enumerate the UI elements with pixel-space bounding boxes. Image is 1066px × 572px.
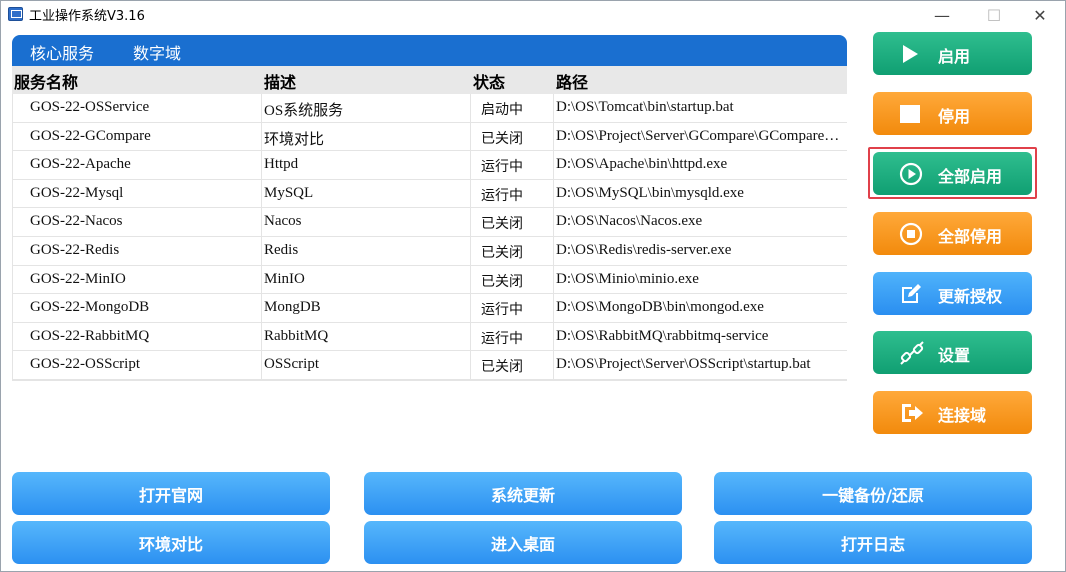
cell-status: 运行中 (471, 322, 554, 351)
cell-path: D:\OS\Redis\redis-server.exe (556, 241, 732, 258)
window-title: 工业操作系统V3.16 (29, 9, 145, 24)
stop-icon (900, 105, 920, 123)
connect-domain-button[interactable]: 连接域 (873, 391, 1032, 434)
table-header: 服务名称 描述 状态 路径 (12, 66, 847, 94)
app-window: 工业操作系统V3.16 — ☐ ✕ 核心服务 数字域 服务名称 描述 状态 路径… (0, 0, 1066, 572)
cell-name: GOS-22-OSScript (12, 351, 262, 379)
cell-path: D:\OS\MongoDB\bin\mongod.exe (556, 299, 764, 316)
edit-icon (902, 284, 921, 303)
connect-domain-button-label: 连接域 (938, 406, 987, 425)
cell-description: Httpd (262, 151, 471, 179)
cell-name: GOS-22-Redis (12, 236, 262, 265)
services-table: 服务名称 描述 状态 路径 GOS-22-OSService OS系统服务 启动… (12, 66, 847, 381)
table-row[interactable]: GOS-22-OSScript OSScript 已关闭 D:\OS\Proje… (12, 351, 847, 380)
update-license-button-label: 更新授权 (938, 287, 1003, 306)
tab-core-services[interactable]: 核心服务 (30, 40, 94, 64)
cell-path: D:\OS\Project\Server\GCompare\GCompare\G… (556, 127, 847, 144)
cell-description: OSScript (262, 351, 471, 379)
maximize-button[interactable]: ☐ (971, 1, 1017, 29)
cell-description: MongDB (262, 294, 471, 322)
cell-description: MySQL (262, 179, 471, 208)
sign-out-icon (902, 404, 923, 422)
env-compare-button[interactable]: 环境对比 (12, 521, 330, 564)
open-log-button[interactable]: 打开日志 (714, 521, 1032, 564)
cell-name: GOS-22-MinIO (12, 265, 262, 294)
cell-description: RabbitMQ (262, 322, 471, 351)
cell-status: 已关闭 (471, 265, 554, 294)
cell-status: 已关闭 (471, 122, 554, 151)
cell-name: GOS-22-OSService (12, 94, 262, 122)
column-header-description[interactable]: 描述 (262, 66, 471, 94)
table-row[interactable]: GOS-22-RabbitMQ RabbitMQ 运行中 D:\OS\Rabbi… (12, 322, 847, 352)
close-button[interactable]: ✕ (1017, 1, 1063, 29)
cell-status: 已关闭 (471, 351, 554, 379)
connection-link-icon (900, 341, 924, 365)
column-header-name[interactable]: 服务名称 (12, 66, 262, 94)
cell-path: D:\OS\Minio\minio.exe (556, 270, 699, 287)
table-row[interactable]: GOS-22-OSService OS系统服务 启动中 D:\OS\Tomcat… (12, 94, 847, 123)
cell-description: MinIO (262, 265, 471, 294)
start-button-label: 启用 (938, 47, 971, 66)
cell-name: GOS-22-Apache (12, 151, 262, 179)
minimize-button[interactable]: — (919, 1, 965, 29)
cell-description: 环境对比 (262, 122, 471, 151)
cell-path: D:\OS\RabbitMQ\rabbitmq-service (556, 327, 769, 344)
cell-path: D:\OS\Nacos\Nacos.exe (556, 213, 703, 230)
update-license-button[interactable]: 更新授权 (873, 272, 1032, 315)
column-header-status[interactable]: 状态 (471, 66, 554, 94)
selection-highlight (868, 147, 1037, 199)
cell-description: OS系统服务 (262, 94, 471, 122)
title-bar[interactable]: 工业操作系统V3.16 — ☐ ✕ (1, 1, 1065, 29)
cell-status: 运行中 (471, 179, 554, 208)
cell-name: GOS-22-MongoDB (12, 294, 262, 322)
tab-bar: 核心服务 数字域 (12, 35, 847, 66)
cell-name: GOS-22-Nacos (12, 208, 262, 236)
cell-path: D:\OS\Project\Server\OSScript\startup.ba… (556, 356, 811, 373)
cell-path: D:\OS\Apache\bin\httpd.exe (556, 156, 728, 173)
table-row[interactable]: GOS-22-Apache Httpd 运行中 D:\OS\Apache\bin… (12, 151, 847, 180)
stop-all-button-label: 全部停用 (938, 227, 1003, 246)
system-update-button[interactable]: 系统更新 (364, 472, 682, 515)
start-button[interactable]: 启用 (873, 32, 1032, 75)
enter-desktop-button[interactable]: 进入桌面 (364, 521, 682, 564)
settings-button-label: 设置 (938, 346, 971, 365)
cell-path: D:\OS\MySQL\bin\mysqld.exe (556, 184, 744, 201)
cell-status: 已关闭 (471, 208, 554, 236)
cell-status: 运行中 (471, 294, 554, 322)
cell-name: GOS-22-RabbitMQ (12, 322, 262, 351)
open-website-button[interactable]: 打开官网 (12, 472, 330, 515)
cell-name: GOS-22-GCompare (12, 122, 262, 151)
table-row[interactable]: GOS-22-Redis Redis 已关闭 D:\OS\Redis\redis… (12, 236, 847, 266)
cell-status: 已关闭 (471, 236, 554, 265)
settings-button[interactable]: 设置 (873, 331, 1032, 374)
table-body: GOS-22-OSService OS系统服务 启动中 D:\OS\Tomcat… (12, 94, 847, 381)
table-row[interactable]: GOS-22-MinIO MinIO 已关闭 D:\OS\Minio\minio… (12, 265, 847, 295)
table-row[interactable]: GOS-22-GCompare 环境对比 已关闭 D:\OS\Project\S… (12, 122, 847, 152)
cell-status: 运行中 (471, 151, 554, 179)
stop-circle-icon (899, 222, 923, 246)
cell-name: GOS-22-Mysql (12, 179, 262, 208)
table-row[interactable]: GOS-22-Nacos Nacos 已关闭 D:\OS\Nacos\Nacos… (12, 208, 847, 237)
column-header-path[interactable]: 路径 (554, 66, 847, 94)
stop-all-button[interactable]: 全部停用 (873, 212, 1032, 255)
table-row[interactable]: GOS-22-MongoDB MongDB 运行中 D:\OS\MongoDB\… (12, 294, 847, 323)
app-icon (8, 7, 23, 21)
backup-restore-button[interactable]: 一键备份/还原 (714, 472, 1032, 515)
stop-button[interactable]: 停用 (873, 92, 1032, 135)
stop-button-label: 停用 (938, 107, 971, 126)
cell-description: Redis (262, 236, 471, 265)
cell-status: 启动中 (471, 94, 554, 122)
cell-path: D:\OS\Tomcat\bin\startup.bat (556, 99, 734, 115)
play-icon (903, 45, 918, 63)
tab-digital-domain[interactable]: 数字域 (133, 40, 181, 64)
cell-description: Nacos (262, 208, 471, 236)
table-row[interactable]: GOS-22-Mysql MySQL 运行中 D:\OS\MySQL\bin\m… (12, 179, 847, 209)
